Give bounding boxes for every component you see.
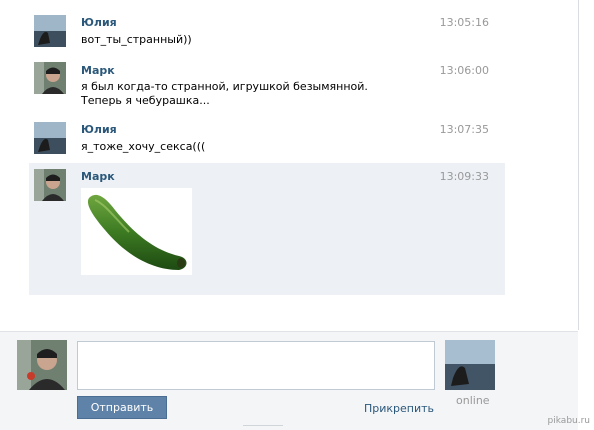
message-text: вот_ты_странный)) <box>81 33 192 46</box>
my-avatar[interactable] <box>17 340 67 390</box>
sender-name[interactable]: Марк <box>81 64 115 77</box>
woman-by-sea-avatar <box>34 15 66 47</box>
man-avatar <box>34 62 66 94</box>
message-time: 13:09:33 <box>439 170 489 183</box>
message-item: Юлия 13:05:16 вот_ты_странный)) <box>29 10 505 55</box>
attach-link[interactable]: Прикрепить <box>364 402 434 415</box>
message-text: я_тоже_хочу_секса((( <box>81 140 206 153</box>
scrollbar-area[interactable] <box>579 0 594 429</box>
attachment-photo[interactable] <box>81 188 192 275</box>
contact-avatar[interactable] <box>445 340 495 390</box>
message-text: я был когда-то странной, игрушкой безымя… <box>81 80 368 107</box>
avatar[interactable] <box>34 62 66 94</box>
watermark: pikabu.ru <box>547 416 590 426</box>
avatar[interactable] <box>34 169 66 201</box>
sender-name[interactable]: Юлия <box>81 123 117 136</box>
message-time: 13:06:00 <box>439 64 489 77</box>
man-avatar <box>34 169 66 201</box>
woman-by-sea-avatar <box>445 340 495 390</box>
message-item: Марк 13:09:33 <box>29 163 505 295</box>
avatar[interactable] <box>34 122 66 154</box>
sender-name[interactable]: Марк <box>81 170 115 183</box>
message-item: Марк 13:06:00 я был когда-то странной, и… <box>29 57 505 117</box>
message-input[interactable] <box>77 341 435 390</box>
avatar[interactable] <box>34 15 66 47</box>
message-time: 13:05:16 <box>439 16 489 29</box>
resize-handle[interactable] <box>243 425 283 429</box>
online-status: online <box>456 394 490 407</box>
message-time: 13:07:35 <box>439 123 489 136</box>
compose-panel: Отправить Прикрепить online <box>0 331 578 430</box>
woman-by-sea-avatar <box>34 122 66 154</box>
man-avatar <box>17 340 67 390</box>
message-history: Юлия 13:05:16 вот_ты_странный)) Марк 13:… <box>0 0 579 330</box>
message-item: Юлия 13:07:35 я_тоже_хочу_секса((( <box>29 116 505 162</box>
send-button[interactable]: Отправить <box>77 396 167 419</box>
sender-name[interactable]: Юлия <box>81 16 117 29</box>
cucumber-image <box>87 194 187 270</box>
